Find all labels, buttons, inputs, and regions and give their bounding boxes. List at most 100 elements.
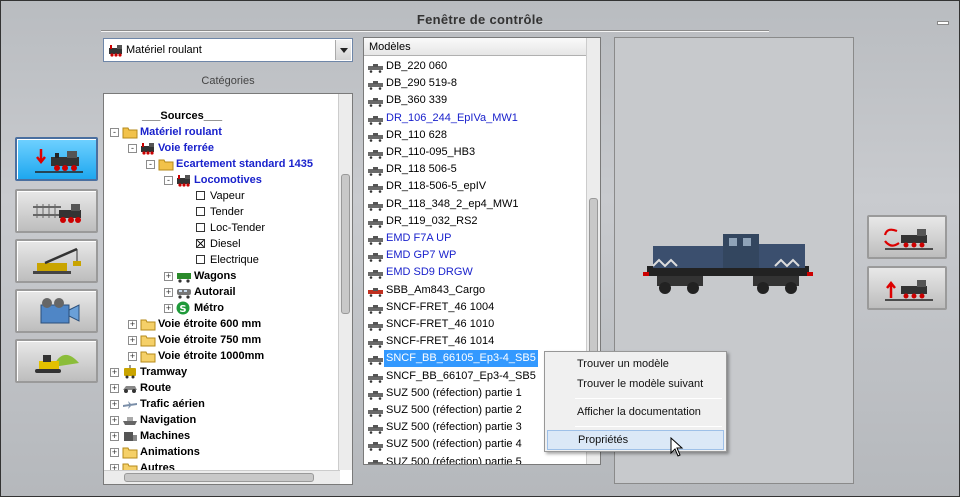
expand-icon[interactable]: + (128, 336, 137, 345)
camera-tool-button[interactable] (15, 289, 98, 333)
model-list-item[interactable]: DR_110 628 (366, 127, 588, 144)
models-scroll-thumb[interactable] (589, 198, 598, 358)
crane-icon (33, 247, 81, 274)
tree-item[interactable]: Vapeur (104, 188, 340, 204)
tree-item-label: Vapeur (210, 190, 245, 202)
menu-separator (575, 426, 722, 427)
filter-checkbox[interactable] (196, 255, 205, 264)
tree-item-label: Electrique (210, 254, 259, 266)
tree-item[interactable]: - Locomotives (104, 172, 340, 188)
tree-item[interactable]: ___Sources___ (104, 108, 340, 124)
filter-checkbox[interactable] (196, 207, 205, 216)
model-list-item[interactable]: EMD GP7 WP (366, 247, 588, 264)
tree-item[interactable]: + Trafic aérien (104, 396, 340, 412)
tree-vertical-scrollbar[interactable] (338, 94, 352, 470)
track-tool-button[interactable] (15, 189, 98, 233)
tree-item[interactable]: + Autorail (104, 284, 340, 300)
crane-tool-button[interactable] (15, 239, 98, 283)
tree-item[interactable]: + Tramway (104, 364, 340, 380)
category-select[interactable]: Matériel roulant (103, 38, 353, 62)
tree-item[interactable]: + S Métro (104, 300, 340, 316)
tree-item[interactable]: + Voie étroite 600 mm (104, 316, 340, 332)
expand-icon[interactable]: + (110, 400, 119, 409)
tree-item-label: Animations (140, 446, 200, 458)
menu-item-find-next-model[interactable]: Trouver le modèle suivant (547, 374, 724, 394)
menu-item-properties[interactable]: Propriétés (547, 430, 724, 450)
tree-item[interactable]: - Matériel roulant (104, 124, 340, 140)
expand-icon[interactable]: + (110, 432, 119, 441)
control-window: Fenêtre de contrôle Matériel roulant Cat… (0, 0, 960, 497)
model-label: DR_118 506-5 (386, 163, 457, 176)
filter-checkbox[interactable] (196, 191, 205, 200)
filter-checkbox[interactable] (196, 239, 205, 248)
models-column-header[interactable]: Modèles (364, 38, 586, 56)
model-list-item[interactable]: DR_118-506-5_epIV (366, 178, 588, 195)
tree-item[interactable]: + Animations (104, 444, 340, 460)
tree-item[interactable]: - Ecartement standard 1435 (104, 156, 340, 172)
tree-horizontal-scrollbar[interactable] (104, 470, 340, 484)
menu-item-find-model[interactable]: Trouver un modèle (547, 354, 724, 374)
expand-icon[interactable]: + (110, 448, 119, 457)
model-list-item[interactable]: SNCF-FRET_46 1014 (366, 333, 588, 350)
lift-model-button[interactable] (867, 266, 947, 310)
minimize-icon[interactable] (935, 18, 951, 28)
expand-icon[interactable]: + (110, 416, 119, 425)
insert-rolling-stock-button[interactable] (15, 137, 98, 181)
expand-icon[interactable]: + (164, 288, 173, 297)
window-title: Fenêtre de contrôle (416, 12, 544, 27)
expand-icon[interactable]: + (110, 384, 119, 393)
tree-hscroll-thumb[interactable] (124, 473, 314, 482)
model-label: DR_118_348_2_ep4_MW1 (386, 197, 519, 210)
chevron-down-icon[interactable] (335, 40, 351, 60)
model-label: SUZ 500 (réfection) partie 5 (386, 455, 522, 465)
tree-item[interactable]: + Voie étroite 750 mm (104, 332, 340, 348)
model-list-item[interactable]: DB_360 339 (366, 92, 588, 109)
tree-item-label: Métro (194, 302, 224, 314)
tree-item[interactable]: - Voie ferrée (104, 140, 340, 156)
tree-item[interactable]: + Voie étroite 1000mm (104, 348, 340, 364)
model-list-item[interactable]: DR_106_244_EpIVa_MW1 (366, 110, 588, 127)
tree-item-label: Navigation (140, 414, 197, 426)
expand-icon[interactable]: + (164, 272, 173, 281)
model-list-item[interactable]: SBB_Am843_Cargo (366, 282, 588, 299)
category-tree[interactable]: ___Sources___ - Matériel roulant - Voie ferr… (103, 93, 353, 485)
model-list-item[interactable]: DR_118 506-5 (366, 161, 588, 178)
model-list-item[interactable]: DR_110-095_HB3 (366, 144, 588, 161)
tree-scroll-thumb[interactable] (341, 174, 350, 314)
expand-icon[interactable]: + (164, 304, 173, 313)
tree-item-label: Route (140, 382, 172, 394)
tree-item[interactable]: + Route (104, 380, 340, 396)
expand-icon[interactable]: + (128, 352, 137, 361)
collapse-icon[interactable]: - (164, 176, 173, 185)
rotate-model-button[interactable] (867, 215, 947, 259)
model-list-item[interactable]: SNCF-FRET_46 1010 (366, 316, 588, 333)
menu-item-show-documentation[interactable]: Afficher la documentation (547, 402, 724, 422)
model-list-item[interactable]: EMD SD9 DRGW (366, 264, 588, 281)
tree-item-label: Trafic aérien (140, 398, 205, 410)
model-list-item[interactable]: DB_290 519-8 (366, 75, 588, 92)
tree-item[interactable]: + Machines (104, 428, 340, 444)
model-list-item[interactable]: DR_118_348_2_ep4_MW1 (366, 196, 588, 213)
diesel-loco-icon (368, 458, 383, 464)
model-list-item[interactable]: EMD F7A UP (366, 230, 588, 247)
tree-item[interactable]: Diesel (104, 236, 340, 252)
collapse-icon[interactable]: - (146, 160, 155, 169)
tree-item[interactable]: Tender (104, 204, 340, 220)
model-list-item[interactable]: DB_220 060 (366, 58, 588, 75)
collapse-icon[interactable]: - (128, 144, 137, 153)
tree-item[interactable]: + Navigation (104, 412, 340, 428)
terrain-tool-button[interactable] (15, 339, 98, 383)
model-list-item[interactable]: DR_119_032_RS2 (366, 213, 588, 230)
tree-item[interactable]: Loc-Tender (104, 220, 340, 236)
model-list-item[interactable]: SNCF-FRET_46 1004 (366, 299, 588, 316)
collapse-icon[interactable]: - (110, 128, 119, 137)
model-list-item[interactable]: SUZ 500 (réfection) partie 5 (366, 454, 588, 465)
model-label: DR_110 628 (386, 128, 447, 141)
tree-item[interactable]: Electrique (104, 252, 340, 268)
categories-label: Catégories (201, 75, 255, 87)
tree-item[interactable]: + Wagons (104, 268, 340, 284)
model-label: SUZ 500 (réfection) partie 1 (386, 386, 522, 399)
expand-icon[interactable]: + (110, 368, 119, 377)
filter-checkbox[interactable] (196, 223, 205, 232)
expand-icon[interactable]: + (128, 320, 137, 329)
